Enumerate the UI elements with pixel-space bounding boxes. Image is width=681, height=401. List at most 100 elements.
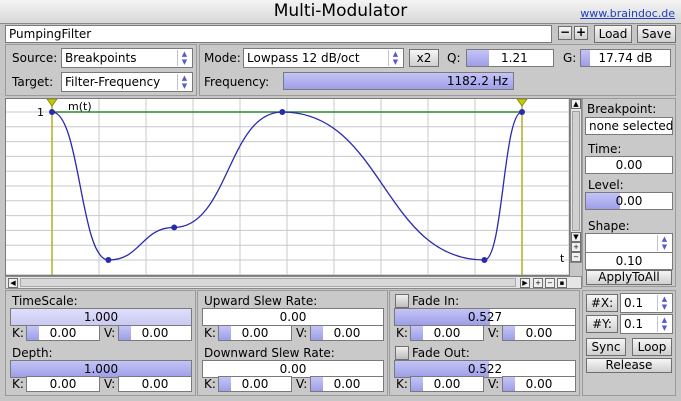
fade-in-k-slider[interactable]: 0.00 <box>410 325 484 341</box>
grid-x-button[interactable]: #X: <box>586 294 618 312</box>
target-label: Target: <box>12 75 54 89</box>
downward-slew-v-label: V: <box>296 377 308 391</box>
curve-label: m(t) <box>68 100 92 113</box>
y-tick-label: 1 <box>37 106 44 119</box>
shape-amount-field[interactable]: 0.10 <box>585 252 673 270</box>
depth-v-field[interactable]: 0.00 <box>118 376 192 392</box>
g-slider[interactable]: 17.74 dB <box>580 49 671 67</box>
downward-slew-k-label: K: <box>204 377 216 391</box>
window-title: Multi-Modulator <box>273 1 408 21</box>
target-dropdown-icon: ▲ ▼ <box>177 74 191 90</box>
upward-slew-k-label: K: <box>204 326 216 340</box>
downward-slew-k-slider[interactable]: 0.00 <box>218 376 292 392</box>
shape-select[interactable]: ▲ ▼ <box>585 233 673 253</box>
horizontal-scroll-thumb[interactable] <box>20 278 516 287</box>
timescale-v-value: 0.00 <box>141 326 169 340</box>
level-slider[interactable]: 0.00 <box>585 192 673 210</box>
breakpoint-dot[interactable] <box>171 224 178 231</box>
sync-button[interactable]: Sync <box>586 338 626 356</box>
vertical-scroll-thumb[interactable] <box>572 111 580 231</box>
fade-in-v-value: 0.00 <box>525 326 553 340</box>
fade-in-label: Fade In: <box>412 294 460 308</box>
target-select[interactable]: Filter-Frequency ▲ ▼ <box>61 72 193 92</box>
website-link[interactable]: www.braindoc.de <box>580 7 675 20</box>
time-field[interactable]: 0.00 <box>585 156 673 174</box>
timescale-k-label: K: <box>12 326 24 340</box>
fade-in-v-label: V: <box>488 326 500 340</box>
breakpoint-dot[interactable] <box>519 109 525 115</box>
grid-y-value: 0.1 <box>624 317 644 331</box>
grid-y-button[interactable]: #Y: <box>586 315 618 333</box>
downward-slew-v-slider[interactable]: 0.00 <box>310 376 384 392</box>
filter-mode-select[interactable]: Lowpass 12 dB/oct ▲ ▼ <box>243 48 404 68</box>
scroll-right-icon[interactable]: ▶ <box>520 278 530 288</box>
fade-out-k-value: 0.00 <box>433 377 461 391</box>
fade-out-v-slider[interactable]: 0.00 <box>502 376 576 392</box>
loop-button[interactable]: Loop <box>632 338 672 356</box>
upward-slew-k-slider[interactable]: 0.00 <box>218 325 292 341</box>
upward-slew-v-slider[interactable]: 0.00 <box>310 325 384 341</box>
frequency-value: 1182.2 Hz <box>446 74 508 88</box>
editor-horizontal-scrollbar[interactable]: ◀ ▶ + − ▪ <box>5 276 582 289</box>
target-value: Filter-Frequency <box>65 75 161 89</box>
timescale-v-slider[interactable]: 0.00 <box>118 325 192 341</box>
zoom-fit-icon[interactable]: ▪ <box>557 278 567 288</box>
zoom-out-y-icon[interactable]: − <box>571 252 581 262</box>
downward-slew-label: Downward Slew Rate: <box>204 346 335 360</box>
shape-dropdown-icon: ▲ ▼ <box>657 235 671 251</box>
loop-end-marker-icon <box>516 99 528 107</box>
apply-to-all-button[interactable]: ApplyToAll <box>586 270 672 285</box>
timescale-label: TimeScale: <box>12 294 78 308</box>
upward-slew-k-value: 0.00 <box>241 326 269 340</box>
scroll-left-icon[interactable]: ◀ <box>8 278 18 288</box>
zoom-in-x-icon[interactable]: + <box>533 278 543 288</box>
breakpoint-dot[interactable] <box>49 109 55 115</box>
breakpoint-dot[interactable] <box>481 257 488 263</box>
depth-label: Depth: <box>12 346 53 360</box>
source-dropdown-icon: ▲ ▼ <box>177 50 191 66</box>
depth-k-field[interactable]: 0.00 <box>26 376 100 392</box>
timescale-slider[interactable]: 1.000 <box>10 308 192 326</box>
filter-mode-value: Lowpass 12 dB/oct <box>247 51 360 65</box>
breakpoint-editor[interactable]: m(t) 1 <box>5 98 570 276</box>
envelope-plot[interactable] <box>6 99 569 275</box>
grid-y-select[interactable]: 0.1 ▲ ▼ <box>620 314 673 334</box>
q-slider[interactable]: 1.21 <box>466 49 554 67</box>
source-select[interactable]: Breakpoints ▲ ▼ <box>61 48 193 68</box>
fade-out-v-value: 0.00 <box>525 377 553 391</box>
fade-out-value: 0.522 <box>467 362 503 376</box>
preset-next-button[interactable]: + <box>574 26 588 40</box>
preset-prev-button[interactable]: − <box>558 26 572 40</box>
mode-label: Mode: <box>204 51 241 65</box>
downward-slew-k-value: 0.00 <box>241 377 269 391</box>
editor-vertical-scrollbar[interactable]: ▲ ▼ + − <box>570 98 582 263</box>
depth-value: 1.000 <box>83 362 119 376</box>
upward-slew-label: Upward Slew Rate: <box>204 294 318 308</box>
x2-button[interactable]: x2 <box>409 49 439 67</box>
fade-in-checkbox[interactable] <box>395 294 409 308</box>
breakpoint-dot[interactable] <box>105 257 112 263</box>
fade-in-v-slider[interactable]: 0.00 <box>502 325 576 341</box>
timescale-v-label: V: <box>104 326 116 340</box>
fade-out-v-label: V: <box>488 377 500 391</box>
release-button[interactable]: Release <box>586 358 672 373</box>
scroll-down-icon[interactable]: ▼ <box>571 232 581 242</box>
depth-k-label: K: <box>12 377 24 391</box>
fade-out-checkbox[interactable] <box>395 346 409 360</box>
upward-slew-field[interactable]: 0.00 <box>202 308 384 326</box>
fade-out-label: Fade Out: <box>412 346 470 360</box>
zoom-in-y-icon[interactable]: + <box>571 242 581 252</box>
preset-name-field[interactable]: PumpingFilter <box>5 25 552 43</box>
frequency-slider[interactable]: 1182.2 Hz <box>283 72 514 90</box>
zoom-out-x-icon[interactable]: − <box>545 278 555 288</box>
timescale-k-slider[interactable]: 0.00 <box>26 325 100 341</box>
save-button[interactable]: Save <box>637 25 676 43</box>
grid-x-select[interactable]: 0.1 ▲ ▼ <box>620 293 673 313</box>
timescale-k-value: 0.00 <box>49 326 77 340</box>
fade-out-k-slider[interactable]: 0.00 <box>410 376 484 392</box>
breakpoint-dot[interactable] <box>279 109 286 115</box>
fade-in-slider[interactable]: 0.527 <box>394 308 576 326</box>
scroll-up-icon[interactable]: ▲ <box>571 99 581 109</box>
upward-slew-v-label: V: <box>296 326 308 340</box>
load-button[interactable]: Load <box>594 25 632 43</box>
